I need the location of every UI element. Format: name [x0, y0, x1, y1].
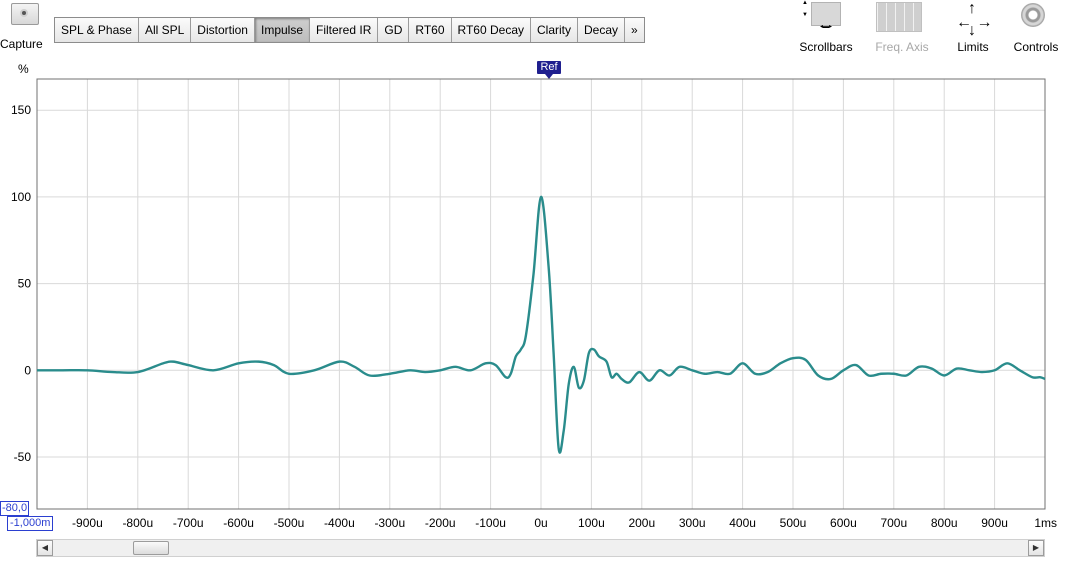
- y-tick-label: -50: [14, 450, 32, 464]
- x-tick-label: -900u: [72, 516, 103, 530]
- x-min-input[interactable]: -1,000m: [7, 516, 54, 531]
- x-tick-label: 0u: [534, 516, 547, 530]
- x-tick-label: 600u: [830, 516, 857, 530]
- scroll-right-icon[interactable]: ▶: [1028, 540, 1044, 556]
- y-tick-label: 0: [24, 363, 31, 377]
- x-tick-label: -100u: [475, 516, 506, 530]
- x-tick-label: 100u: [578, 516, 605, 530]
- impulse-chart[interactable]: 150 100 50 0 -50 -900u -800u -700u -600u -500u -40…: [0, 0, 1066, 562]
- y-min-input[interactable]: -80,0: [0, 501, 30, 516]
- x-tick-label: -700u: [173, 516, 204, 530]
- x-tick-label: 900u: [981, 516, 1008, 530]
- x-tick-label: 200u: [628, 516, 655, 530]
- scroll-left-icon[interactable]: ◀: [37, 540, 53, 556]
- x-tick-label: 1ms: [1034, 516, 1057, 530]
- x-tick-label: 500u: [780, 516, 807, 530]
- x-tick-label: 800u: [931, 516, 958, 530]
- y-tick-label: 150: [11, 103, 31, 117]
- x-tick-label: 300u: [679, 516, 706, 530]
- x-tick-label: -800u: [122, 516, 153, 530]
- x-tick-label: -300u: [374, 516, 405, 530]
- y-tick-label: 100: [11, 190, 31, 204]
- x-tick-label: -200u: [425, 516, 456, 530]
- x-tick-label: -500u: [274, 516, 305, 530]
- scrollbar-thumb[interactable]: [133, 541, 169, 555]
- y-tick-label: 50: [18, 277, 32, 291]
- horizontal-scrollbar[interactable]: ◀ ▶: [36, 539, 1045, 557]
- x-tick-label: 700u: [880, 516, 907, 530]
- x-tick-label: -600u: [223, 516, 254, 530]
- x-tick-label: -400u: [324, 516, 355, 530]
- x-tick-label: 400u: [729, 516, 756, 530]
